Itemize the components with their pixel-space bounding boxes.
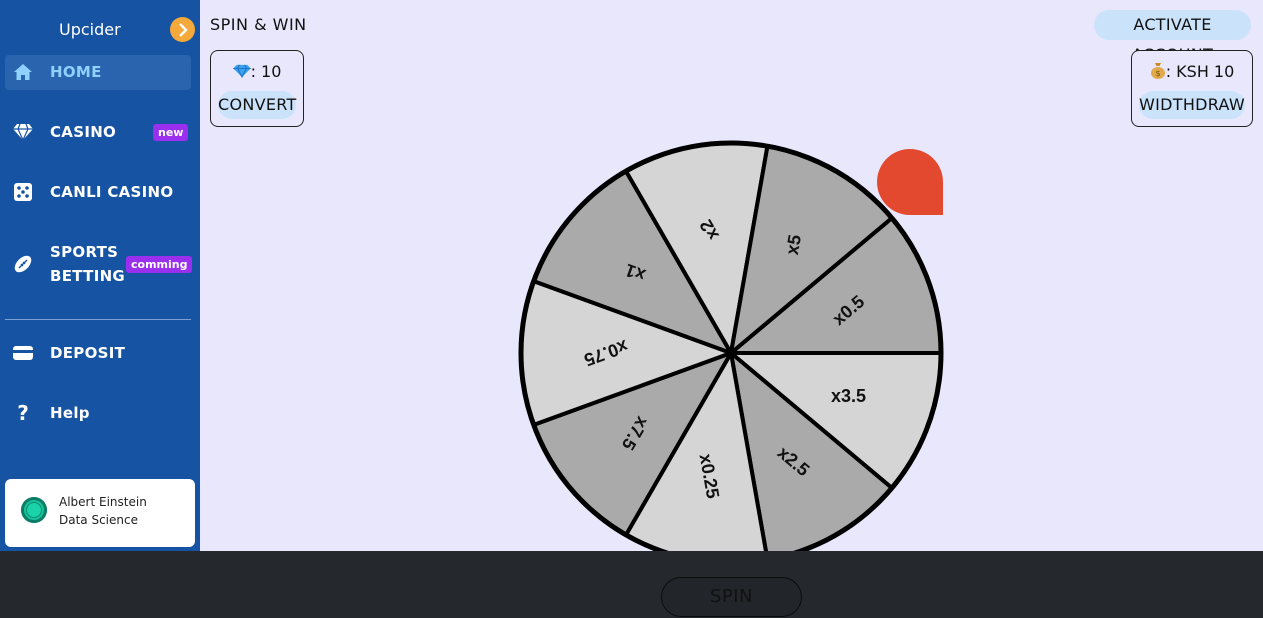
spin-wheel[interactable]: x0.5x3.5x2.5x0.25x7.5x0.75x1x2x5 <box>0 0 1263 551</box>
spin-button[interactable]: SPIN <box>661 577 802 617</box>
wheel-segment-label: x3.5 <box>831 386 866 406</box>
wheel-segment-label: x5 <box>782 233 805 256</box>
bottom-bar: SPIN <box>0 551 1263 618</box>
wheel-hub <box>726 348 736 358</box>
